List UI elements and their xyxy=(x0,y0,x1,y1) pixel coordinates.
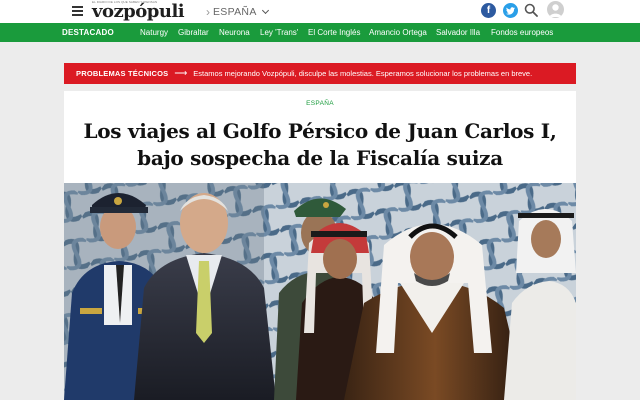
trending-nav-bar: DESTACADO Naturgy Gibraltar Neurona Ley … xyxy=(0,23,640,42)
facebook-glyph: f xyxy=(486,5,491,16)
article-section-tag[interactable]: ESPAÑA xyxy=(64,100,576,107)
chevron-down-icon xyxy=(261,6,269,15)
nav-item-amancio-ortega[interactable]: Amancio Ortega xyxy=(369,28,427,37)
article-card: ESPAÑA Los viajes al Golfo Pérsico de Ju… xyxy=(64,91,576,400)
nav-item-fondos-europeos[interactable]: Fondos europeos xyxy=(491,28,553,37)
section-selector[interactable]: › ESPAÑA xyxy=(206,5,269,19)
article-headline[interactable]: Los viajes al Golfo Pérsico de Juan Carl… xyxy=(64,118,576,172)
article-lead-photo[interactable] xyxy=(64,183,576,400)
site-header: EL DIARIO DE LOS QUE SABEN Y PIENSAN voz… xyxy=(0,0,640,23)
hamburger-menu-icon[interactable] xyxy=(72,6,83,16)
nav-item-neurona[interactable]: Neurona xyxy=(219,28,250,37)
section-selector-label: ESPAÑA xyxy=(213,6,257,18)
user-avatar-icon[interactable] xyxy=(547,1,564,18)
logo-wordmark: vozpópuli xyxy=(92,1,185,22)
facebook-icon[interactable]: f xyxy=(481,3,496,18)
twitter-icon[interactable] xyxy=(503,3,518,18)
arrow-right-icon: ⟶ xyxy=(174,68,188,78)
nav-item-gibraltar[interactable]: Gibraltar xyxy=(178,28,209,37)
nav-item-ley-trans[interactable]: Ley 'Trans' xyxy=(260,28,298,37)
nav-highlight-label: DESTACADO xyxy=(62,28,114,37)
twitter-bird-icon xyxy=(506,6,515,15)
alert-message: Estamos mejorando Vozpópuli, disculpe la… xyxy=(193,69,533,78)
search-icon[interactable] xyxy=(524,3,538,17)
chevron-right-icon: › xyxy=(206,5,210,19)
nav-item-el-corte-ingles[interactable]: El Corte Inglés xyxy=(308,28,360,37)
alert-title: PROBLEMAS TÉCNICOS xyxy=(76,69,169,78)
nav-item-naturgy[interactable]: Naturgy xyxy=(140,28,168,37)
nav-item-salvador-illa[interactable]: Salvador Illa xyxy=(436,28,480,37)
technical-issues-banner: PROBLEMAS TÉCNICOS ⟶ Estamos mejorando V… xyxy=(64,63,576,84)
